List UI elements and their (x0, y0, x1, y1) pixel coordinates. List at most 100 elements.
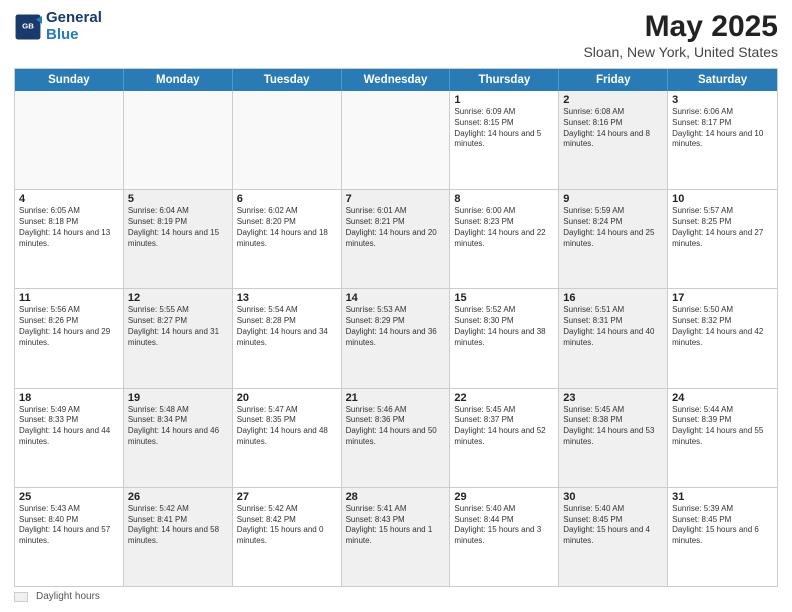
calendar-cell-1: 1Sunrise: 6:09 AM Sunset: 8:15 PM Daylig… (450, 91, 559, 189)
calendar-cell-26: 26Sunrise: 5:42 AM Sunset: 8:41 PM Dayli… (124, 488, 233, 586)
day-number: 13 (237, 292, 337, 304)
day-info: Sunrise: 6:05 AM Sunset: 8:18 PM Dayligh… (19, 206, 119, 249)
day-info: Sunrise: 5:55 AM Sunset: 8:27 PM Dayligh… (128, 305, 228, 348)
day-number: 23 (563, 392, 663, 404)
day-info: Sunrise: 5:54 AM Sunset: 8:28 PM Dayligh… (237, 305, 337, 348)
day-number: 6 (237, 193, 337, 205)
header-day-saturday: Saturday (668, 69, 777, 91)
day-number: 21 (346, 392, 446, 404)
day-info: Sunrise: 5:56 AM Sunset: 8:26 PM Dayligh… (19, 305, 119, 348)
subtitle: Sloan, New York, United States (583, 44, 778, 60)
calendar: SundayMondayTuesdayWednesdayThursdayFrid… (14, 68, 778, 587)
calendar-cell-6: 6Sunrise: 6:02 AM Sunset: 8:20 PM Daylig… (233, 190, 342, 288)
day-info: Sunrise: 6:04 AM Sunset: 8:19 PM Dayligh… (128, 206, 228, 249)
page: GB General Blue May 2025 Sloan, New York… (0, 0, 792, 612)
calendar-cell-13: 13Sunrise: 5:54 AM Sunset: 8:28 PM Dayli… (233, 289, 342, 387)
day-info: Sunrise: 5:48 AM Sunset: 8:34 PM Dayligh… (128, 405, 228, 448)
day-number: 9 (563, 193, 663, 205)
day-number: 31 (672, 491, 773, 503)
day-number: 20 (237, 392, 337, 404)
calendar-cell-20: 20Sunrise: 5:47 AM Sunset: 8:35 PM Dayli… (233, 389, 342, 487)
day-number: 2 (563, 94, 663, 106)
day-number: 5 (128, 193, 228, 205)
day-info: Sunrise: 5:49 AM Sunset: 8:33 PM Dayligh… (19, 405, 119, 448)
day-number: 3 (672, 94, 773, 106)
calendar-cell-31: 31Sunrise: 5:39 AM Sunset: 8:45 PM Dayli… (668, 488, 777, 586)
day-number: 10 (672, 193, 773, 205)
header-day-monday: Monday (124, 69, 233, 91)
day-info: Sunrise: 5:57 AM Sunset: 8:25 PM Dayligh… (672, 206, 773, 249)
day-number: 7 (346, 193, 446, 205)
calendar-cell-18: 18Sunrise: 5:49 AM Sunset: 8:33 PM Dayli… (15, 389, 124, 487)
calendar-cell-30: 30Sunrise: 5:40 AM Sunset: 8:45 PM Dayli… (559, 488, 668, 586)
calendar-cell-empty-00 (15, 91, 124, 189)
header-day-wednesday: Wednesday (342, 69, 451, 91)
day-number: 29 (454, 491, 554, 503)
calendar-cell-19: 19Sunrise: 5:48 AM Sunset: 8:34 PM Dayli… (124, 389, 233, 487)
calendar-cell-15: 15Sunrise: 5:52 AM Sunset: 8:30 PM Dayli… (450, 289, 559, 387)
day-info: Sunrise: 5:39 AM Sunset: 8:45 PM Dayligh… (672, 504, 773, 547)
header-day-friday: Friday (559, 69, 668, 91)
day-info: Sunrise: 5:53 AM Sunset: 8:29 PM Dayligh… (346, 305, 446, 348)
calendar-cell-22: 22Sunrise: 5:45 AM Sunset: 8:37 PM Dayli… (450, 389, 559, 487)
day-number: 26 (128, 491, 228, 503)
day-info: Sunrise: 6:00 AM Sunset: 8:23 PM Dayligh… (454, 206, 554, 249)
day-info: Sunrise: 5:50 AM Sunset: 8:32 PM Dayligh… (672, 305, 773, 348)
calendar-header: SundayMondayTuesdayWednesdayThursdayFrid… (15, 69, 777, 91)
day-number: 30 (563, 491, 663, 503)
calendar-cell-5: 5Sunrise: 6:04 AM Sunset: 8:19 PM Daylig… (124, 190, 233, 288)
day-info: Sunrise: 5:44 AM Sunset: 8:39 PM Dayligh… (672, 405, 773, 448)
header-day-tuesday: Tuesday (233, 69, 342, 91)
day-info: Sunrise: 5:40 AM Sunset: 8:44 PM Dayligh… (454, 504, 554, 547)
day-number: 11 (19, 292, 119, 304)
day-number: 16 (563, 292, 663, 304)
calendar-cell-23: 23Sunrise: 5:45 AM Sunset: 8:38 PM Dayli… (559, 389, 668, 487)
calendar-cell-16: 16Sunrise: 5:51 AM Sunset: 8:31 PM Dayli… (559, 289, 668, 387)
calendar-cell-11: 11Sunrise: 5:56 AM Sunset: 8:26 PM Dayli… (15, 289, 124, 387)
day-info: Sunrise: 5:40 AM Sunset: 8:45 PM Dayligh… (563, 504, 663, 547)
calendar-cell-12: 12Sunrise: 5:55 AM Sunset: 8:27 PM Dayli… (124, 289, 233, 387)
day-info: Sunrise: 5:59 AM Sunset: 8:24 PM Dayligh… (563, 206, 663, 249)
calendar-cell-24: 24Sunrise: 5:44 AM Sunset: 8:39 PM Dayli… (668, 389, 777, 487)
calendar-cell-10: 10Sunrise: 5:57 AM Sunset: 8:25 PM Dayli… (668, 190, 777, 288)
legend: Daylight hours (14, 591, 778, 602)
day-info: Sunrise: 6:09 AM Sunset: 8:15 PM Dayligh… (454, 107, 554, 150)
day-info: Sunrise: 5:47 AM Sunset: 8:35 PM Dayligh… (237, 405, 337, 448)
day-info: Sunrise: 5:45 AM Sunset: 8:37 PM Dayligh… (454, 405, 554, 448)
day-number: 25 (19, 491, 119, 503)
calendar-cell-3: 3Sunrise: 6:06 AM Sunset: 8:17 PM Daylig… (668, 91, 777, 189)
day-number: 8 (454, 193, 554, 205)
calendar-week-3: 18Sunrise: 5:49 AM Sunset: 8:33 PM Dayli… (15, 388, 777, 487)
day-number: 12 (128, 292, 228, 304)
day-number: 15 (454, 292, 554, 304)
day-number: 1 (454, 94, 554, 106)
day-number: 27 (237, 491, 337, 503)
day-number: 14 (346, 292, 446, 304)
day-number: 22 (454, 392, 554, 404)
day-info: Sunrise: 6:02 AM Sunset: 8:20 PM Dayligh… (237, 206, 337, 249)
logo-icon: GB (14, 13, 42, 41)
calendar-cell-8: 8Sunrise: 6:00 AM Sunset: 8:23 PM Daylig… (450, 190, 559, 288)
day-info: Sunrise: 5:51 AM Sunset: 8:31 PM Dayligh… (563, 305, 663, 348)
header-day-thursday: Thursday (450, 69, 559, 91)
day-info: Sunrise: 5:52 AM Sunset: 8:30 PM Dayligh… (454, 305, 554, 348)
day-number: 28 (346, 491, 446, 503)
title-block: May 2025 Sloan, New York, United States (583, 10, 778, 60)
calendar-cell-27: 27Sunrise: 5:42 AM Sunset: 8:42 PM Dayli… (233, 488, 342, 586)
svg-text:GB: GB (22, 21, 34, 30)
calendar-cell-17: 17Sunrise: 5:50 AM Sunset: 8:32 PM Dayli… (668, 289, 777, 387)
header-day-sunday: Sunday (15, 69, 124, 91)
calendar-week-4: 25Sunrise: 5:43 AM Sunset: 8:40 PM Dayli… (15, 487, 777, 586)
calendar-week-1: 4Sunrise: 6:05 AM Sunset: 8:18 PM Daylig… (15, 189, 777, 288)
main-title: May 2025 (583, 10, 778, 44)
legend-label: Daylight hours (36, 591, 100, 602)
day-info: Sunrise: 5:45 AM Sunset: 8:38 PM Dayligh… (563, 405, 663, 448)
calendar-cell-29: 29Sunrise: 5:40 AM Sunset: 8:44 PM Dayli… (450, 488, 559, 586)
calendar-cell-2: 2Sunrise: 6:08 AM Sunset: 8:16 PM Daylig… (559, 91, 668, 189)
calendar-cell-21: 21Sunrise: 5:46 AM Sunset: 8:36 PM Dayli… (342, 389, 451, 487)
logo-text: General Blue (46, 10, 102, 43)
day-info: Sunrise: 5:43 AM Sunset: 8:40 PM Dayligh… (19, 504, 119, 547)
calendar-cell-4: 4Sunrise: 6:05 AM Sunset: 8:18 PM Daylig… (15, 190, 124, 288)
calendar-cell-25: 25Sunrise: 5:43 AM Sunset: 8:40 PM Dayli… (15, 488, 124, 586)
calendar-cell-empty-01 (124, 91, 233, 189)
